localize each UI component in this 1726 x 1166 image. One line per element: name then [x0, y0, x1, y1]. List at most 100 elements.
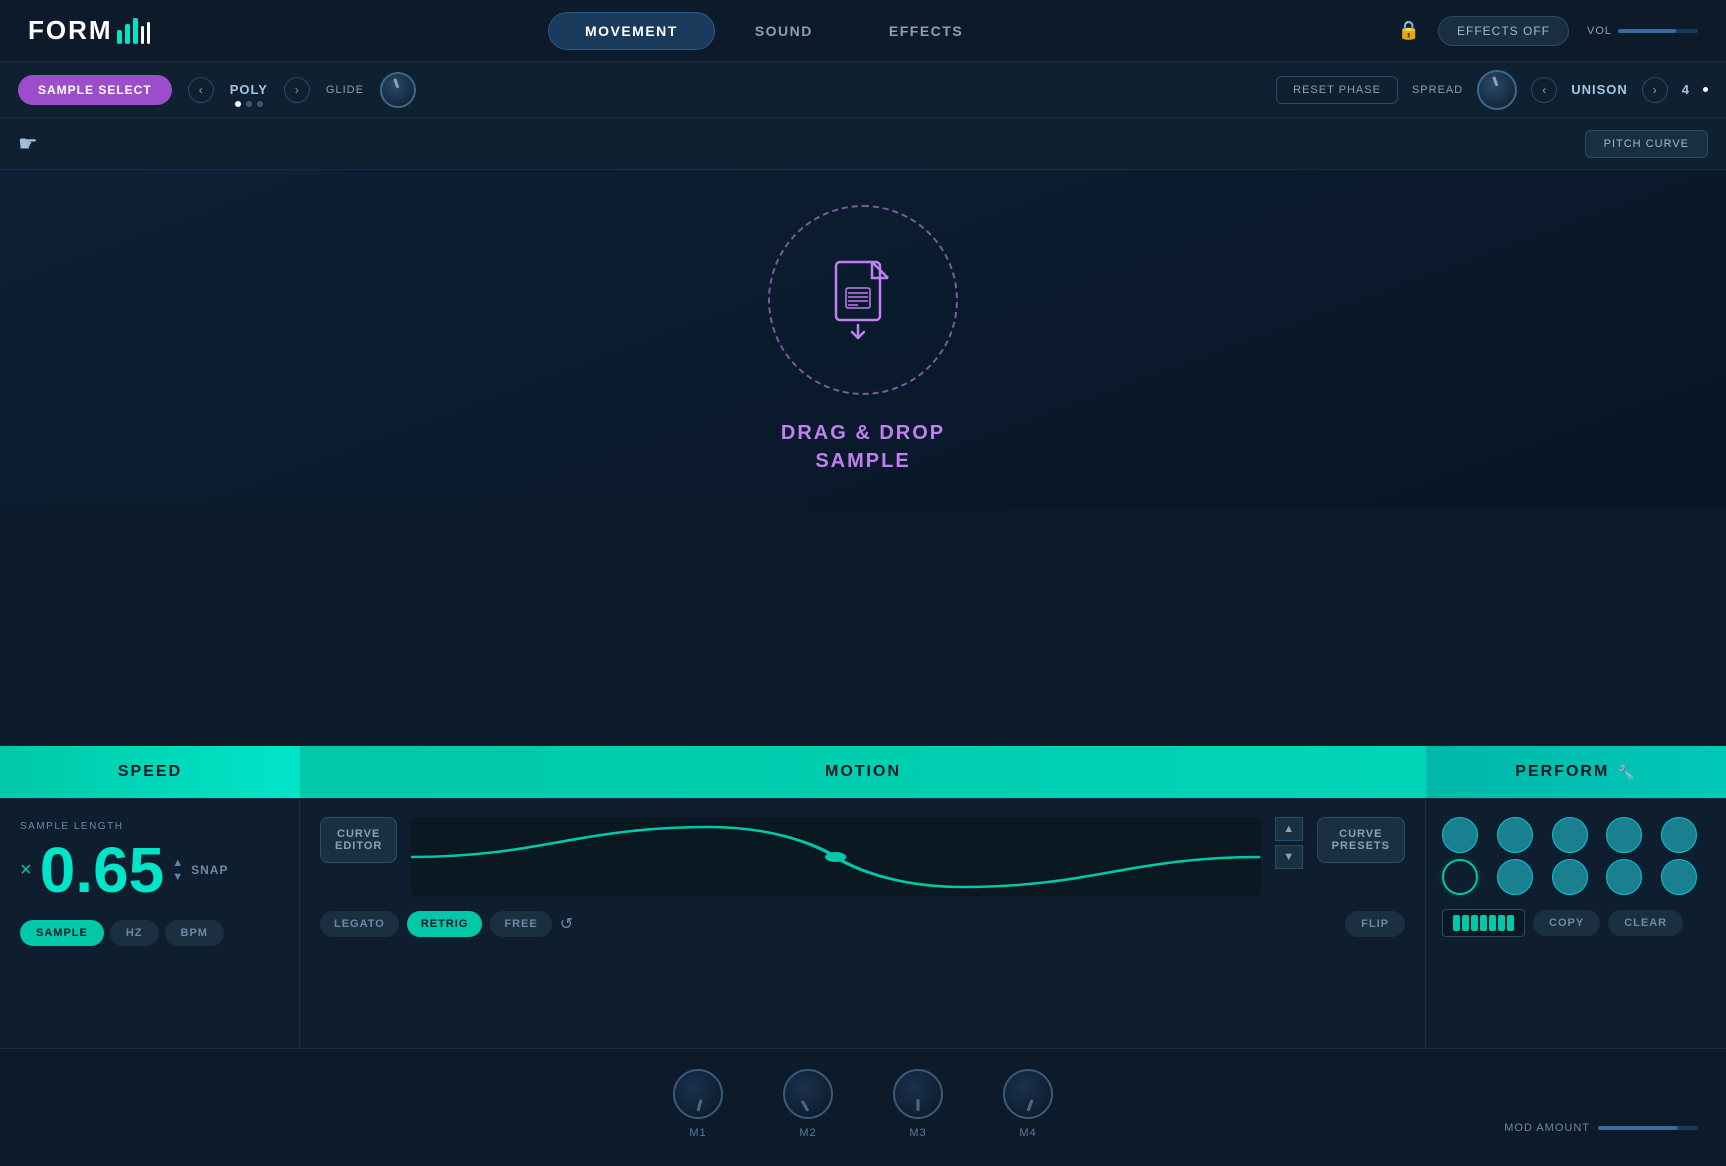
- vol-fill: [1618, 29, 1676, 33]
- curve-up-button[interactable]: ▲: [1275, 817, 1303, 841]
- pad-grid: [1442, 817, 1710, 895]
- spread-label: SPREAD: [1412, 84, 1463, 96]
- mod-m3: M3: [893, 1069, 943, 1139]
- waveform-bar: ☛ PITCH CURVE: [0, 118, 1726, 170]
- mod-amount-label: MOD AMOUNT: [1504, 1122, 1590, 1134]
- app-logo: FORM: [28, 15, 150, 46]
- pad-1-2[interactable]: [1497, 817, 1533, 853]
- perform-content: COPY CLEAR: [1426, 799, 1726, 1048]
- content-area: SAMPLE LENGTH × 0.65 ▲ ▼ SNAP SAMPLE HZ …: [0, 798, 1726, 1048]
- mod-knob-m1[interactable]: [673, 1069, 723, 1119]
- mode-hz-button[interactable]: HZ: [110, 920, 159, 946]
- pad-2-2[interactable]: [1497, 859, 1533, 895]
- spread-knob[interactable]: [1477, 70, 1517, 110]
- logo-bar-5: [147, 22, 150, 44]
- tab-movement[interactable]: MOVEMENT: [548, 12, 715, 50]
- curve-down-button[interactable]: ▼: [1275, 845, 1303, 869]
- seg-bar-1: [1453, 915, 1460, 931]
- wrench-icon: 🔧: [1617, 764, 1636, 781]
- perform-tab[interactable]: PERFORM 🔧: [1426, 746, 1726, 798]
- repeat-icon[interactable]: ↺: [560, 914, 573, 934]
- mode-sample-button[interactable]: SAMPLE: [20, 920, 104, 946]
- logo-bars: [117, 18, 150, 44]
- flip-button[interactable]: FLIP: [1345, 911, 1405, 937]
- vol-label: VOL: [1587, 25, 1612, 37]
- curve-display: [411, 817, 1260, 897]
- glide-knob[interactable]: [380, 72, 416, 108]
- x-prefix: ×: [20, 859, 32, 882]
- pad-1-5[interactable]: [1661, 817, 1697, 853]
- motion-tab[interactable]: MOTION: [300, 746, 1426, 798]
- logo-bar-4: [141, 26, 144, 44]
- seg-bar-7: [1507, 915, 1514, 931]
- controls-bar: SAMPLE SELECT ‹ POLY › GLIDE RESET PHASE…: [0, 62, 1726, 118]
- drop-circle[interactable]: [768, 205, 958, 395]
- pad-1-3[interactable]: [1552, 817, 1588, 853]
- speed-arrows: ▲ ▼: [172, 858, 183, 883]
- dot-1: [235, 101, 241, 107]
- motion-top: CURVEEDITOR ▲ ▼ CURVEPRESETS: [320, 817, 1405, 897]
- dot-3: [257, 101, 263, 107]
- top-right-controls: 🔒 EFFECTS OFF VOL: [1398, 16, 1698, 46]
- seg-bar-2: [1462, 915, 1469, 931]
- mod-knob-m4[interactable]: [1003, 1069, 1053, 1119]
- mode-bpm-button[interactable]: BPM: [165, 920, 224, 946]
- mod-knob-m3[interactable]: [893, 1069, 943, 1119]
- tab-sound[interactable]: SOUND: [719, 12, 849, 50]
- mod-row: M1 M2 M3 M4 MOD AMOUNT: [0, 1048, 1726, 1158]
- speed-up-button[interactable]: ▲: [172, 858, 183, 869]
- mod-label-m2: M2: [799, 1127, 816, 1139]
- speed-content: SAMPLE LENGTH × 0.65 ▲ ▼ SNAP SAMPLE HZ …: [0, 799, 300, 1048]
- pitch-curve-button[interactable]: PITCH CURVE: [1585, 130, 1708, 158]
- poly-prev-button[interactable]: ‹: [188, 77, 214, 103]
- legato-button[interactable]: LEGATO: [320, 911, 399, 937]
- drag-drop-label: DRAG & DROP SAMPLE: [781, 419, 945, 475]
- bottom-section: SPEED MOTION PERFORM 🔧 SAMPLE LENGTH × 0…: [0, 746, 1726, 1166]
- poly-control: POLY: [230, 82, 268, 97]
- pad-1-1[interactable]: [1442, 817, 1478, 853]
- free-button[interactable]: FREE: [490, 911, 551, 937]
- snap-button[interactable]: SNAP: [191, 863, 228, 877]
- curve-presets-button[interactable]: CURVEPRESETS: [1317, 817, 1405, 863]
- pad-2-1[interactable]: [1442, 859, 1478, 895]
- poly-next-button[interactable]: ›: [284, 77, 310, 103]
- sample-length-label: SAMPLE LENGTH: [20, 821, 279, 832]
- file-icon: [828, 260, 898, 340]
- pad-2-5[interactable]: [1661, 859, 1697, 895]
- mod-m1: M1: [673, 1069, 723, 1139]
- logo-bar-3: [133, 18, 138, 44]
- drop-icon-wrap: [828, 260, 898, 340]
- curve-editor-button[interactable]: CURVEEDITOR: [320, 817, 397, 863]
- lock-icon: 🔒: [1398, 20, 1420, 41]
- dot-2: [246, 101, 252, 107]
- mod-amount-track[interactable]: [1598, 1126, 1698, 1130]
- vol-track[interactable]: [1618, 29, 1698, 33]
- retrig-button[interactable]: RETRIG: [407, 911, 483, 937]
- pad-2-4[interactable]: [1606, 859, 1642, 895]
- clear-button[interactable]: CLEAR: [1608, 910, 1683, 936]
- perform-bottom: COPY CLEAR: [1442, 909, 1710, 937]
- mod-knob-m2[interactable]: [783, 1069, 833, 1119]
- mod-label-m1: M1: [689, 1127, 706, 1139]
- mod-amount-fill: [1598, 1126, 1678, 1130]
- copy-button[interactable]: COPY: [1533, 910, 1600, 936]
- unison-prev-button[interactable]: ‹: [1531, 77, 1557, 103]
- seg-bar-4: [1480, 915, 1487, 931]
- nav-tabs: MOVEMENT SOUND EFFECTS: [548, 12, 999, 50]
- speed-tab[interactable]: SPEED: [0, 746, 300, 798]
- speed-down-button[interactable]: ▼: [172, 872, 183, 883]
- reset-phase-button[interactable]: RESET PHASE: [1276, 76, 1398, 104]
- seg-bar-6: [1498, 915, 1505, 931]
- tab-effects[interactable]: EFFECTS: [853, 12, 999, 50]
- vol-control: VOL: [1587, 25, 1698, 37]
- curve-nav-arrows: ▲ ▼: [1275, 817, 1303, 869]
- seg-display: [1442, 909, 1525, 937]
- unison-next-button[interactable]: ›: [1642, 77, 1668, 103]
- pad-1-4[interactable]: [1606, 817, 1642, 853]
- speed-value-row: × 0.65 ▲ ▼ SNAP: [20, 838, 279, 902]
- effects-off-button[interactable]: EFFECTS OFF: [1438, 16, 1569, 46]
- seg-bar-5: [1489, 915, 1496, 931]
- sample-select-button[interactable]: SAMPLE SELECT: [18, 75, 172, 105]
- cursor-icon: ☛: [18, 131, 38, 157]
- pad-2-3[interactable]: [1552, 859, 1588, 895]
